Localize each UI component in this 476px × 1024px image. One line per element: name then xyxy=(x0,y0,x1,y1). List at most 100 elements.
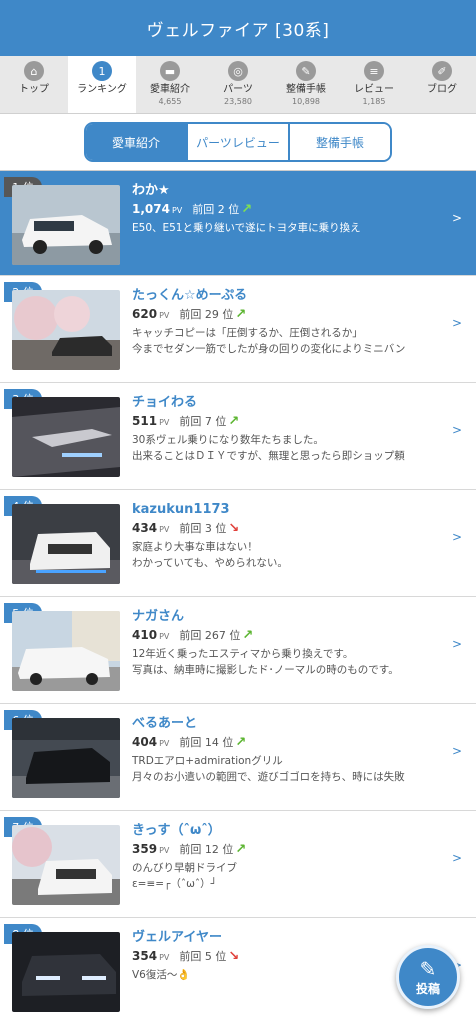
previous-rank: 前回 3 位 xyxy=(179,522,227,535)
chevron-right-icon: > xyxy=(451,744,462,758)
user-name[interactable]: たっくん☆めーぷる xyxy=(132,286,446,305)
pv-unit: PV xyxy=(159,632,170,641)
chevron-right-icon: > xyxy=(451,211,462,225)
pv-unit: PV xyxy=(159,311,170,320)
description-line-2: 月々のお小遣いの範囲で、遊びゴゴロを持ち、時には失敗 xyxy=(132,771,405,783)
previous-rank: 前回 12 位 xyxy=(179,843,234,856)
ranking-stats: 511 PV 前回 7 位 ↗ xyxy=(132,412,446,432)
user-name[interactable]: べるあーと xyxy=(132,714,446,733)
ranking-info: わか★ 1,074 PV 前回 2 位 ↗ E50、E51と乗り継いで遂にトヨタ車に乗り換… xyxy=(132,181,446,236)
previous-rank: 前回 7 位 xyxy=(179,415,227,428)
description-line-1: 家庭より大事な車はない！ xyxy=(132,541,258,553)
pv-unit: PV xyxy=(159,418,170,427)
trend-up-icon: ↗ xyxy=(235,735,247,750)
app-header: ヴェルファイア [30系] xyxy=(0,0,476,56)
trend-down-icon: ↘ xyxy=(228,521,240,536)
description-line-2: わかっていても、やめられない。 xyxy=(132,557,288,569)
ranking-row[interactable]: 7 位きっす（ˆωˆ）359PV前回 12 位↗のんびり早朝ドライブε=≡=┌（… xyxy=(0,811,476,918)
pv-count: 404 xyxy=(132,735,158,749)
segment-control-wrapper: 愛車紹介 パーツレビュー 整備手帳 xyxy=(0,114,476,170)
previous-rank: 前回 29 位 xyxy=(179,308,234,321)
post-button[interactable]: ✎ 投稿 xyxy=(396,945,460,1009)
tab-blog[interactable]: ✐ ブログ xyxy=(408,56,476,113)
page-title: ヴェルファイア [30系] xyxy=(146,20,330,41)
top-icon: ⌂ xyxy=(24,61,44,81)
car-photo xyxy=(12,611,120,691)
pv-unit: PV xyxy=(171,206,183,215)
pv-unit: PV xyxy=(159,739,170,748)
pv-count: 511 xyxy=(132,414,158,428)
car-photo xyxy=(12,504,120,584)
ranking-info: たっくん☆めーぷる 620 PV 前回 29 位 ↗ キャッチコピーは「圧倒するか、圧倒さ… xyxy=(132,286,446,357)
car-photo xyxy=(12,185,120,265)
trend-down-icon: ↘ xyxy=(228,949,240,964)
segment-parts-review[interactable]: パーツレビュー xyxy=(188,124,290,160)
user-name[interactable]: kazukun1173 xyxy=(132,500,446,519)
pen-icon: ✎ xyxy=(419,956,437,981)
review-icon: ≡ xyxy=(364,61,384,81)
user-name[interactable]: わか★ xyxy=(132,181,446,200)
description-line-2: ε=≡=┌（ˆωˆ）┘ xyxy=(132,878,218,890)
car-photo xyxy=(12,825,120,905)
ranking-list: 1 位わか★1,074PV前回 2 位↗E50、E51と乗り継いで遂にトヨタ車に… xyxy=(0,170,476,1024)
ranking-row[interactable]: 1 位わか★1,074PV前回 2 位↗E50、E51と乗り継いで遂にトヨタ車に… xyxy=(0,171,476,276)
pv-count: 410 xyxy=(132,628,158,642)
car-photo xyxy=(12,397,120,477)
previous-rank: 前回 5 位 xyxy=(179,950,227,963)
description-line-1: 12年近く乗ったエスティマから乗り換えです。 xyxy=(132,648,354,660)
wrench-icon: ✎ xyxy=(296,61,316,81)
tab-parts[interactable]: ◎ パーツ 23,580 xyxy=(204,56,272,113)
tab-review[interactable]: ≡ レビュー 1,185 xyxy=(340,56,408,113)
ranking-icon: 1 xyxy=(92,61,112,81)
steering-wheel-icon: ◎ xyxy=(228,61,248,81)
ranking-row[interactable]: 3 位チョイわる511PV前回 7 位↗30系ヴェル乗りになり数年たちました。出… xyxy=(0,383,476,490)
pv-count: 620 xyxy=(132,307,158,321)
ranking-row[interactable]: 4 位kazukun1173434PV前回 3 位↘家庭より大事な車はない！わか… xyxy=(0,490,476,597)
chevron-right-icon: > xyxy=(451,851,462,865)
segment-cars[interactable]: 愛車紹介 xyxy=(86,124,188,160)
ranking-info: きっす（ˆωˆ） 359 PV 前回 12 位 ↗ のんびり早朝ドライブ ε=≡=┌（ˆωˆ… xyxy=(132,821,446,892)
ranking-row[interactable]: 2 位たっくん☆めーぷる620PV前回 29 位↗キャッチコピーは「圧倒するか、… xyxy=(0,276,476,383)
description-line-2: 今までセダン一筋でしたが身の回りの変化によりミニバン xyxy=(132,343,406,355)
tab-bar: ⌂ トップ 1 ランキング ▬ 愛車紹介 4,655 ◎ パーツ 23,580 … xyxy=(0,56,476,114)
tab-top[interactable]: ⌂ トップ xyxy=(0,56,68,113)
chevron-right-icon: > xyxy=(451,530,462,544)
pv-unit: PV xyxy=(159,953,170,962)
tab-maintenance[interactable]: ✎ 整備手帳 10,898 xyxy=(272,56,340,113)
trend-up-icon: ↗ xyxy=(235,842,247,857)
blog-icon: ✐ xyxy=(432,61,452,81)
previous-rank: 前回 14 位 xyxy=(179,736,234,749)
ranking-info: ナガさん 410 PV 前回 267 位 ↗ 12年近く乗ったエスティマから乗り換えです。… xyxy=(132,607,446,678)
description-line-2: 出来ることはＤＩＹですが、無理と思ったら即ショップ頼 xyxy=(132,450,405,462)
ranking-info: べるあーと 404 PV 前回 14 位 ↗ TRDエアロ+admirationグリル月々… xyxy=(132,714,446,785)
car-photo xyxy=(12,718,120,798)
segment-control: 愛車紹介 パーツレビュー 整備手帳 xyxy=(84,122,392,162)
segment-maintenance[interactable]: 整備手帳 xyxy=(290,124,390,160)
ranking-stats: 410 PV 前回 267 位 ↗ xyxy=(132,626,446,646)
description-line-2: 写真は、納車時に撮影したド･ノーマルの時のものです。 xyxy=(132,664,399,676)
description-line-1: TRDエアロ+admirationグリル xyxy=(132,755,283,767)
pv-count: 1,074 xyxy=(132,202,170,216)
user-name[interactable]: チョイわる xyxy=(132,393,446,412)
trend-up-icon: ↗ xyxy=(241,202,253,217)
pv-unit: PV xyxy=(159,525,170,534)
ranking-row[interactable]: 5 位ナガさん410PV前回 267 位↗12年近く乗ったエスティマから乗り換え… xyxy=(0,597,476,704)
ranking-stats: 620 PV 前回 29 位 ↗ xyxy=(132,305,446,325)
pv-count: 434 xyxy=(132,521,158,535)
previous-rank: 前回 267 位 xyxy=(179,629,241,642)
car-photo xyxy=(12,932,120,1012)
trend-up-icon: ↗ xyxy=(242,628,254,643)
pv-count: 359 xyxy=(132,842,158,856)
description-line-1: 30系ヴェル乗りになり数年たちました。 xyxy=(132,434,324,446)
description-line-1: のんびり早朝ドライブ xyxy=(132,862,237,874)
user-name[interactable]: きっす（ˆωˆ） xyxy=(132,821,446,840)
tab-ranking[interactable]: 1 ランキング xyxy=(68,56,136,113)
user-name[interactable]: ナガさん xyxy=(132,607,446,626)
ranking-row[interactable]: 6 位べるあーと404PV前回 14 位↗TRDエアロ+admirationグリ… xyxy=(0,704,476,811)
ranking-stats: 359 PV 前回 12 位 ↗ xyxy=(132,840,446,860)
user-name[interactable]: ヴェルアイヤー xyxy=(132,928,446,947)
pv-count: 354 xyxy=(132,949,158,963)
description-line-1: キャッチコピーは「圧倒するか、圧倒されるか」 xyxy=(132,327,363,339)
tab-cars[interactable]: ▬ 愛車紹介 4,655 xyxy=(136,56,204,113)
trend-up-icon: ↗ xyxy=(228,414,240,429)
